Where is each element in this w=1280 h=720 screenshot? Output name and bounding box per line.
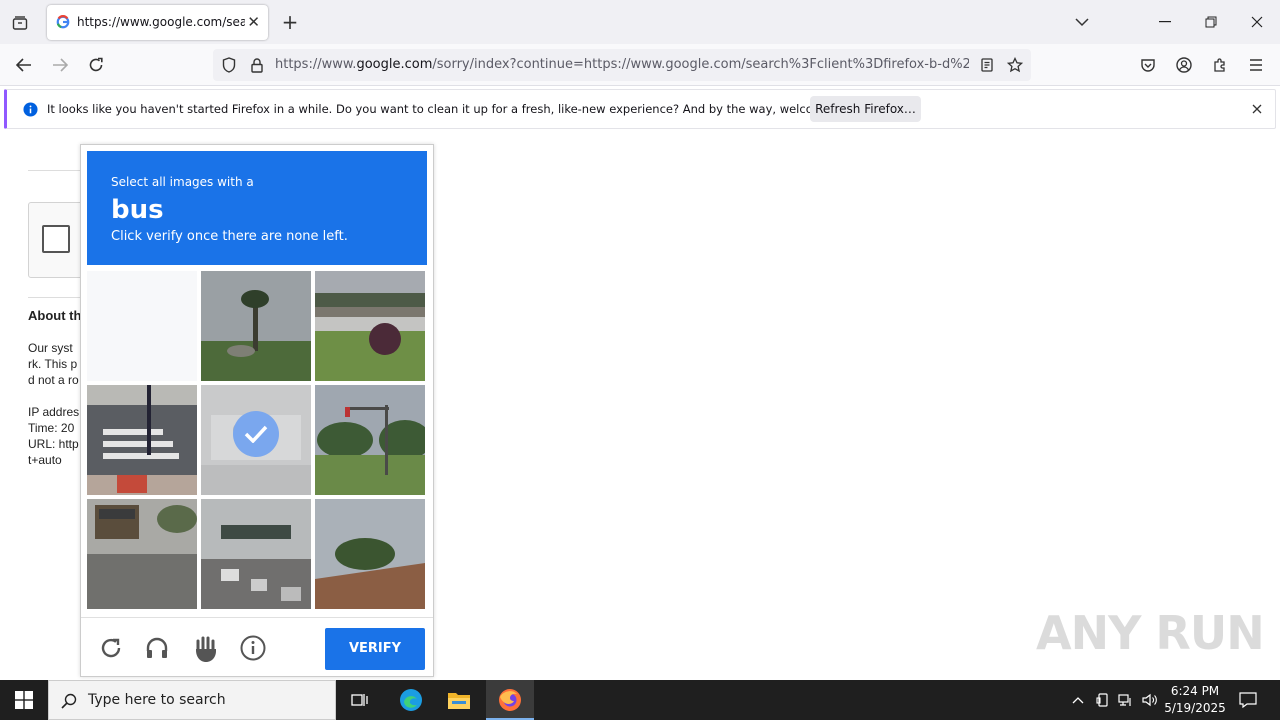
notification-bar: It looks like you haven't started Firefo…: [4, 89, 1276, 129]
verify-button[interactable]: VERIFY: [325, 628, 425, 670]
extensions-icon[interactable]: [1210, 54, 1230, 76]
taskbar: Type here to search 6:24 PM 5/19/2025: [0, 680, 1280, 720]
captcha-tile-4[interactable]: [87, 385, 197, 495]
page-paragraph: Our syst rk. This pd not a ro: [28, 341, 79, 387]
url-text[interactable]: https://www.google.com/sorry/index?conti…: [275, 57, 969, 72]
page-heading: About th: [28, 308, 82, 323]
captcha-tile-8[interactable]: [201, 499, 311, 609]
divider: [28, 170, 88, 171]
captcha-footer: VERIFY: [81, 617, 433, 677]
notification-center-icon[interactable]: [1236, 688, 1260, 712]
url-bar[interactable]: https://www.google.com/sorry/index?conti…: [213, 49, 1031, 81]
browser-tab[interactable]: https://www.google.com/search ✕: [47, 5, 268, 40]
notification-close-icon[interactable]: [1249, 101, 1265, 117]
restore-icon[interactable]: [1196, 12, 1226, 32]
reader-view-icon[interactable]: [977, 56, 997, 74]
reload-challenge-icon[interactable]: [97, 634, 125, 662]
back-icon[interactable]: [12, 54, 36, 76]
recaptcha-checkbox[interactable]: [42, 225, 70, 253]
search-icon: [60, 692, 78, 710]
list-tabs-chevron-icon[interactable]: [1072, 12, 1092, 32]
captcha-hint: Click verify once there are none left.: [111, 229, 348, 244]
clock-date[interactable]: 5/19/2025: [1164, 701, 1226, 715]
search-placeholder: Type here to search: [88, 692, 226, 708]
taskbar-search-box[interactable]: Type here to search: [48, 680, 336, 720]
firefox-icon: [496, 687, 524, 713]
windows-start-icon[interactable]: [0, 680, 48, 720]
captcha-tile-7[interactable]: [87, 499, 197, 609]
menu-hamburger-icon[interactable]: [1246, 54, 1266, 76]
reload-icon[interactable]: [84, 54, 108, 76]
captcha-tile-1[interactable]: [87, 271, 197, 381]
bookmark-star-icon[interactable]: [1005, 56, 1025, 74]
notification-message: It looks like you haven't started Firefo…: [47, 102, 867, 116]
account-icon[interactable]: [1174, 54, 1194, 76]
anyrun-watermark: ANY RUN: [1036, 606, 1265, 660]
info-help-icon[interactable]: [239, 634, 267, 662]
minimize-icon[interactable]: [1150, 12, 1180, 32]
tray-chevron-up-icon[interactable]: [1068, 690, 1088, 710]
tab-close-icon[interactable]: ✕: [247, 13, 260, 31]
task-view-icon[interactable]: [346, 688, 374, 712]
volume-icon[interactable]: [1140, 690, 1160, 710]
page-info: IP addres Time: 20 URL: http t+auto: [28, 405, 80, 467]
firefox-taskbar-button[interactable]: [486, 680, 534, 720]
info-icon: [22, 101, 38, 117]
divider: [28, 297, 88, 298]
google-favicon-icon: [56, 15, 70, 29]
clock-time[interactable]: 6:24 PM: [1164, 684, 1226, 698]
captcha-instruction: Select all images with a: [111, 175, 254, 189]
captcha-tile-2[interactable]: [201, 271, 311, 381]
tab-manager-icon[interactable]: [8, 11, 32, 35]
tracking-shield-icon[interactable]: [219, 56, 239, 74]
captcha-tile-6[interactable]: [315, 385, 425, 495]
captcha-header: Select all images with a bus Click verif…: [87, 151, 427, 265]
forward-icon[interactable]: [48, 54, 72, 76]
file-explorer-icon[interactable]: [444, 686, 474, 714]
captcha-challenge: Select all images with a bus Click verif…: [80, 144, 434, 677]
captcha-tile-5[interactable]: [201, 385, 311, 495]
hand-icon[interactable]: [191, 634, 221, 664]
lock-icon[interactable]: [247, 56, 267, 74]
tab-title: https://www.google.com/search: [77, 15, 245, 29]
tray-device-icon[interactable]: [1093, 690, 1113, 710]
audio-challenge-icon[interactable]: [143, 634, 171, 662]
recaptcha-widget: [28, 202, 88, 278]
captcha-target: bus: [111, 195, 164, 225]
edge-icon[interactable]: [396, 686, 426, 714]
network-icon[interactable]: [1116, 690, 1136, 710]
refresh-firefox-button[interactable]: Refresh Firefox…: [810, 96, 921, 122]
tab-bar: https://www.google.com/search ✕ +: [0, 0, 1280, 44]
captcha-tile-3[interactable]: [315, 271, 425, 381]
pocket-icon[interactable]: [1138, 54, 1158, 76]
selected-check-icon: [233, 411, 279, 457]
close-window-icon[interactable]: [1242, 12, 1272, 32]
captcha-tile-9[interactable]: [315, 499, 425, 609]
new-tab-icon[interactable]: +: [280, 10, 300, 34]
nav-bar: https://www.google.com/sorry/index?conti…: [0, 44, 1280, 86]
